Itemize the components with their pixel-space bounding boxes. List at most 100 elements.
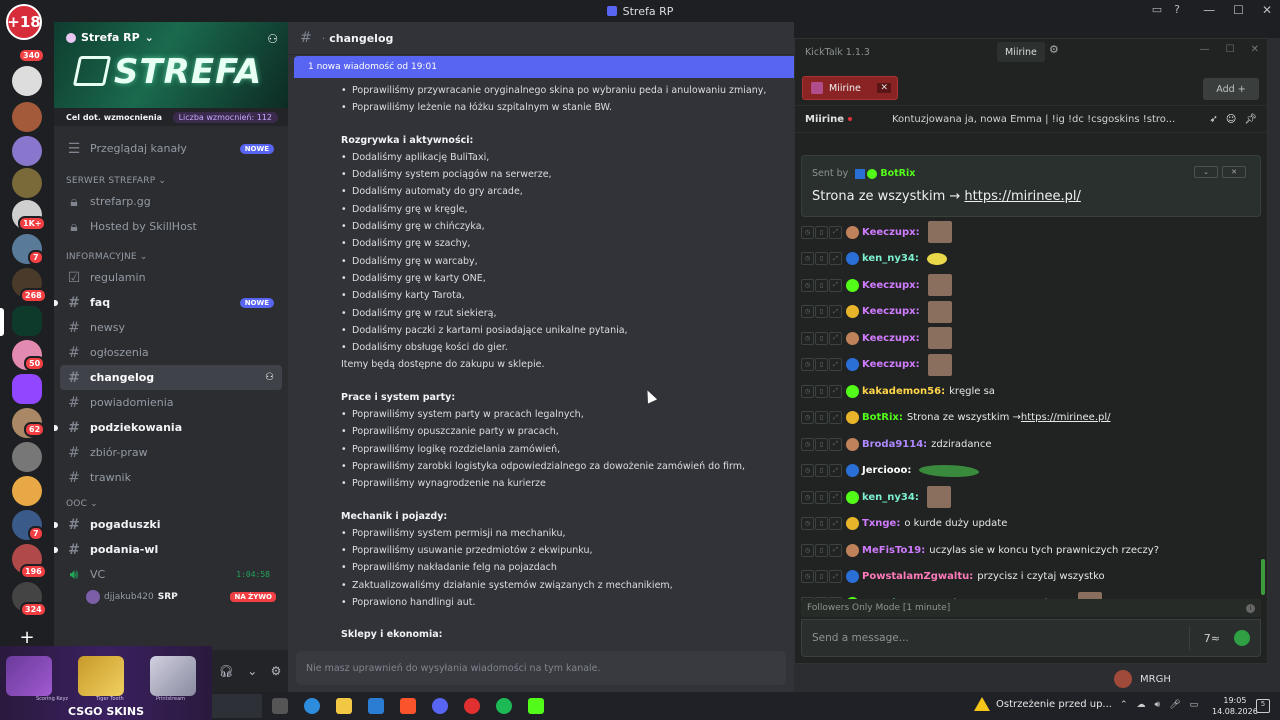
- category-server[interactable]: SERWER STREFARP ⌄: [54, 167, 288, 189]
- voice-channel-vc[interactable]: 🔊︎ VC 1:04:58: [60, 562, 282, 587]
- ban-icon[interactable]: ⤢: [829, 543, 842, 557]
- boost-bar[interactable]: Cel dot. wzmocnienia Liczba wzmocnień: 1…: [54, 108, 288, 126]
- chat-username[interactable]: Txnge:: [862, 518, 900, 529]
- chat-username[interactable]: Broda9114:: [862, 439, 927, 450]
- maximize-button[interactable]: ☐: [1226, 44, 1235, 55]
- channel-pogaduszki[interactable]: # pogaduszki: [54, 512, 282, 537]
- ban-icon[interactable]: ⤢: [829, 517, 842, 531]
- ban-icon[interactable]: ⤢: [829, 225, 842, 239]
- invite-icon[interactable]: ⚇: [265, 372, 274, 383]
- channel-hosted-by[interactable]: 🔒︎ Hosted by SkillHost: [60, 214, 282, 239]
- minimize-button[interactable]: —: [1203, 3, 1215, 17]
- trash-icon[interactable]: ▯: [815, 358, 828, 372]
- ban-icon[interactable]: ⤢: [829, 490, 842, 504]
- mail-icon[interactable]: [368, 698, 384, 714]
- chat-input[interactable]: Send a message... 7≈: [801, 619, 1261, 657]
- mic-icon[interactable]: 🎤︎: [1169, 700, 1180, 710]
- notification-center-icon[interactable]: 5: [1256, 699, 1270, 713]
- chat-username[interactable]: Keeczupx:: [862, 333, 920, 344]
- server-icon[interactable]: [12, 66, 42, 96]
- chat-username[interactable]: BotRix:: [862, 412, 903, 423]
- clock-icon[interactable]: ◷: [801, 570, 814, 584]
- channel-trawnik[interactable]: # trawnik: [60, 465, 282, 490]
- server-icon[interactable]: [12, 136, 42, 166]
- account-button[interactable]: Miirine: [997, 42, 1045, 62]
- channel-ogloszenia[interactable]: # ogłoszenia: [60, 340, 282, 365]
- chat-username[interactable]: PowstalamZgwaltu:: [862, 571, 973, 582]
- trash-icon[interactable]: ▯: [815, 384, 828, 398]
- inbox-icon[interactable]: ▭: [1152, 3, 1162, 16]
- clock-icon[interactable]: ◷: [801, 517, 814, 531]
- clock-icon[interactable]: ◷: [801, 278, 814, 292]
- clock-icon[interactable]: ◷: [801, 437, 814, 451]
- clock-icon[interactable]: ◷: [801, 358, 814, 372]
- clock-icon[interactable]: ◷: [801, 331, 814, 345]
- server-icon[interactable]: [12, 168, 42, 198]
- chevron-down-icon[interactable]: ⌄: [247, 664, 257, 678]
- info-icon[interactable]: i: [1246, 603, 1255, 613]
- channel-powiadomienia[interactable]: # powiadomienia: [60, 390, 282, 415]
- brave-icon[interactable]: [400, 698, 416, 714]
- file-explorer-icon[interactable]: [336, 698, 352, 714]
- trash-icon[interactable]: ▯: [815, 570, 828, 584]
- category-ooc[interactable]: OOC ⌄: [54, 490, 288, 512]
- task-view-icon[interactable]: [272, 698, 288, 714]
- trash-icon[interactable]: ▯: [815, 305, 828, 319]
- clock-icon[interactable]: ◷: [801, 490, 814, 504]
- invite-people-icon[interactable]: ⚇: [267, 32, 278, 46]
- rocket-icon[interactable]: ➶: [1209, 114, 1217, 125]
- server-icon[interactable]: [12, 102, 42, 132]
- member-item[interactable]: MRGH: [1114, 670, 1171, 688]
- clock-icon[interactable]: ◷: [801, 225, 814, 239]
- ban-icon[interactable]: ⤢: [829, 278, 842, 292]
- browse-channels[interactable]: ☰ Przeglądaj kanały NOWE: [60, 136, 282, 161]
- clock-icon[interactable]: ◷: [801, 384, 814, 398]
- message-composer[interactable]: Nie masz uprawnień do wysyłania wiadomoś…: [296, 651, 786, 685]
- chat-username[interactable]: ken_ny34:: [862, 492, 919, 503]
- unpin-icon[interactable]: ✕: [1222, 166, 1246, 178]
- emote-picker-icon[interactable]: [1234, 630, 1250, 646]
- chat-username[interactable]: Jerciooo:: [862, 465, 911, 476]
- maximize-button[interactable]: ☐: [1233, 3, 1244, 17]
- chat-username[interactable]: Keeczupx:: [862, 359, 920, 370]
- chat-username[interactable]: ken_ny34:: [862, 253, 919, 264]
- trash-icon[interactable]: ▯: [815, 411, 828, 425]
- trash-icon[interactable]: ▯: [815, 543, 828, 557]
- channel-podziekowania[interactable]: # podziekowania: [54, 415, 282, 440]
- settings-gear-icon[interactable]: ⚙: [1049, 43, 1059, 56]
- server-icon[interactable]: [12, 476, 42, 506]
- headphones-icon[interactable]: 🎧︎: [219, 664, 234, 678]
- clock-icon[interactable]: ◷: [801, 305, 814, 319]
- category-info[interactable]: INFORMACYJNE ⌄: [54, 243, 288, 265]
- taskbar-search[interactable]: [212, 694, 262, 718]
- adult-server-icon[interactable]: +18: [6, 4, 42, 40]
- server-name-dropdown[interactable]: Strefa RP ⌄: [66, 31, 154, 44]
- trash-icon[interactable]: ▯: [815, 225, 828, 239]
- trash-icon[interactable]: ▯: [815, 464, 828, 478]
- ban-icon[interactable]: ⤢: [829, 464, 842, 478]
- channel-strefarp-gg[interactable]: 🔒︎ strefarp.gg: [60, 189, 282, 214]
- ban-icon[interactable]: ⤢: [829, 384, 842, 398]
- close-button[interactable]: ✕: [1262, 3, 1272, 17]
- clock-icon[interactable]: ◷: [801, 252, 814, 266]
- ban-icon[interactable]: ⤢: [829, 331, 842, 345]
- help-icon[interactable]: ?: [1174, 3, 1180, 16]
- add-channel-button[interactable]: Add +: [1203, 78, 1259, 100]
- chat-username[interactable]: MeFisTo19:: [862, 545, 925, 556]
- strefa-server-icon[interactable]: [12, 306, 42, 336]
- chat-username[interactable]: Keeczupx:: [862, 280, 920, 291]
- chat-username[interactable]: Keeczupx:: [862, 227, 920, 238]
- edge-icon[interactable]: [304, 698, 320, 714]
- trash-icon[interactable]: ▯: [815, 517, 828, 531]
- tab-miirine[interactable]: Miirine ✕: [802, 76, 898, 100]
- ban-icon[interactable]: ⤢: [829, 305, 842, 319]
- seventv-icon[interactable]: 7≈: [1204, 632, 1220, 645]
- channel-regulamin[interactable]: ☑ regulamin: [60, 265, 282, 290]
- clock[interactable]: 19:05 14.08.2026: [1212, 695, 1258, 717]
- ban-icon[interactable]: ⤢: [829, 252, 842, 266]
- trash-icon[interactable]: ▯: [815, 252, 828, 266]
- spotify-icon[interactable]: [496, 698, 512, 714]
- settings-gear-icon[interactable]: ⚙: [271, 664, 282, 678]
- obs-icon[interactable]: [464, 698, 480, 714]
- kicktalk-icon[interactable]: [528, 698, 544, 714]
